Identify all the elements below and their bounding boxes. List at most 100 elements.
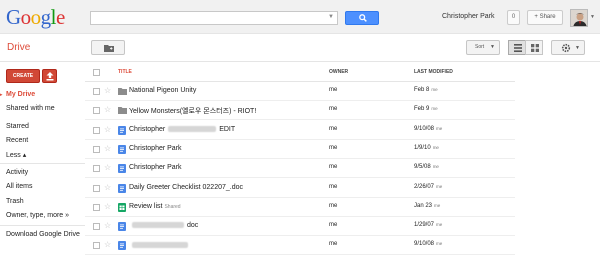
row-checkbox[interactable] [93, 107, 100, 115]
sidebar-divider [0, 163, 85, 164]
column-header-title[interactable]: TITLE [118, 69, 132, 75]
modified-date: 2/26/07 [414, 183, 435, 190]
new-folder-button[interactable] [91, 40, 125, 55]
table-row[interactable]: ☆ Daily Greeter Checklist 022207_.doc me 2/… [85, 179, 515, 198]
sort-label: Sort [475, 44, 485, 50]
table-row[interactable]: ☆ doc me 1/29/07 me [85, 217, 515, 237]
star-icon[interactable]: ☆ [104, 202, 111, 211]
logo-letter: g [40, 5, 52, 29]
row-checkbox[interactable] [93, 88, 100, 95]
file-title[interactable]: Christopher Park [129, 145, 182, 152]
file-owner: me [329, 222, 338, 229]
upload-button[interactable] [42, 69, 57, 83]
sidebar-item-trash[interactable]: Trash [6, 198, 24, 205]
table-row[interactable]: ☆ Christopher Park me 1/9/10 me [85, 140, 515, 159]
row-checkbox[interactable] [93, 165, 100, 173]
table-row[interactable]: ☆ Review list Shared me Jan 23 me [85, 198, 515, 217]
star-icon[interactable]: ☆ [104, 105, 111, 114]
row-checkbox[interactable] [93, 184, 100, 192]
star-icon[interactable]: ☆ [104, 125, 111, 134]
settings-button[interactable]: ▼ [551, 40, 585, 55]
modified-by: me [436, 125, 443, 131]
list-view-icon [514, 44, 522, 52]
file-title[interactable]: Review list Shared [129, 203, 181, 210]
google-logo[interactable]: Google [6, 6, 65, 28]
sidebar-divider [0, 225, 85, 226]
file-type-icon [118, 164, 126, 175]
modified-date: 9/10/08 [414, 241, 435, 248]
sidebar-item-activity[interactable]: Activity [6, 169, 28, 176]
search-icon [359, 14, 367, 22]
grid-view-button[interactable] [525, 40, 543, 55]
star-icon[interactable]: ☆ [104, 183, 111, 192]
sidebar-item-recent[interactable]: Recent [6, 137, 28, 144]
grid-view-icon [531, 44, 539, 52]
file-name: National Pigeon Unity [129, 87, 197, 94]
file-owner: me [329, 106, 338, 113]
file-title[interactable]: doc [129, 222, 198, 229]
row-checkbox[interactable] [93, 203, 100, 211]
share-button[interactable]: + Share [527, 10, 563, 25]
star-icon[interactable]: ☆ [104, 86, 111, 95]
file-type-icon [118, 144, 126, 156]
table-row[interactable]: ☆ Christopher Park me 9/5/08 me [85, 159, 515, 179]
file-title[interactable]: National Pigeon Unity [129, 87, 196, 94]
star-icon[interactable]: ☆ [104, 144, 111, 153]
file-type-icon [118, 241, 126, 252]
list-view-button[interactable] [508, 40, 526, 55]
row-checkbox[interactable] [93, 242, 100, 250]
sidebar-item-owner-type-more[interactable]: Owner, type, more » [6, 212, 69, 219]
file-title[interactable] [129, 241, 191, 248]
sort-dropdown[interactable]: Sort ▼ [466, 40, 500, 55]
file-type-icon [118, 202, 126, 214]
file-last-modified: 1/29/07 me [414, 222, 442, 228]
table-row[interactable]: ☆ Yellow Monsters(옐로우 몬스터즈) - RIOT! me Feb … [85, 101, 515, 121]
file-title[interactable]: Daily Greeter Checklist 022207_.doc [129, 184, 243, 191]
sidebar-item-all-items[interactable]: All items [6, 183, 32, 190]
file-owner: me [329, 241, 338, 248]
file-last-modified: 2/26/07 me [414, 184, 442, 190]
sidebar-item-starred[interactable]: Starred [6, 123, 29, 130]
select-all-checkbox[interactable] [93, 69, 100, 76]
redacted-text [132, 241, 188, 248]
sidebar-item-less[interactable]: Less ▴ [6, 151, 26, 159]
star-icon[interactable]: ☆ [104, 240, 111, 249]
row-checkbox[interactable] [93, 223, 100, 231]
file-title[interactable]: Christopher Park [129, 164, 182, 171]
row-checkbox[interactable] [93, 145, 100, 153]
sidebar-item-my-drive[interactable]: My Drive [6, 91, 35, 98]
table-row[interactable]: ☆ Christopher EDIT me 9/10/08 me [85, 121, 515, 140]
table-row[interactable]: ☆ National Pigeon Unity me Feb 8 me [85, 82, 515, 101]
file-title[interactable]: Yellow Monsters(옐로우 몬스터즈) - RIOT! [129, 106, 256, 116]
document-icon [118, 241, 126, 251]
file-last-modified: 9/5/08 me [414, 164, 439, 170]
modified-by: me [431, 87, 438, 92]
file-name-suffix: EDIT [219, 125, 236, 133]
file-owner: me [329, 202, 338, 209]
file-list-header: TITLE OWNER LAST MODIFIED [85, 62, 515, 82]
create-button[interactable]: CREATE [6, 69, 40, 83]
row-checkbox[interactable] [93, 126, 100, 134]
sidebar-item-download-google-drive[interactable]: Download Google Drive [6, 231, 80, 238]
search-options-caret-icon[interactable]: ▼ [328, 14, 334, 20]
column-header-last-modified[interactable]: LAST MODIFIED [414, 69, 453, 75]
sidebar-item-shared-with-me[interactable]: Shared with me [6, 105, 55, 112]
star-icon[interactable]: ☆ [104, 221, 111, 230]
modified-by: me [432, 164, 439, 170]
search-input[interactable]: ▼ [90, 11, 338, 25]
logo-letter: e [56, 5, 65, 29]
modified-by: me [436, 241, 443, 247]
upload-icon [46, 72, 54, 81]
file-title[interactable]: Christopher EDIT [129, 126, 235, 133]
avatar[interactable] [570, 9, 588, 27]
app-title[interactable]: Drive [7, 42, 30, 53]
user-name[interactable]: Christopher Park [442, 13, 495, 20]
star-icon[interactable]: ☆ [104, 163, 111, 172]
file-last-modified: Feb 9 me [414, 106, 438, 112]
column-header-owner[interactable]: OWNER [329, 69, 348, 75]
search-button[interactable] [345, 11, 379, 25]
table-row[interactable]: ☆ me 9/10/08 me [85, 236, 515, 255]
account-menu-caret-icon[interactable]: ▼ [590, 14, 595, 20]
notifications-count[interactable]: 0 [507, 10, 520, 25]
top-bar: Google ▼ Christopher Park 0 + Share ▼ [0, 0, 600, 34]
